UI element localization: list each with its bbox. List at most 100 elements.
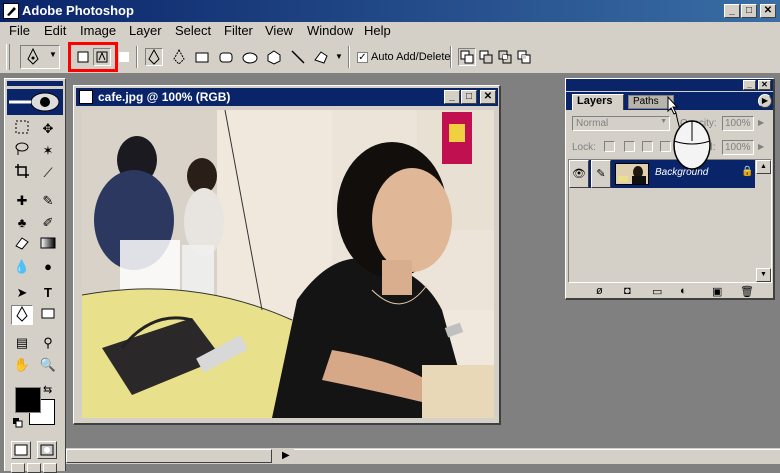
- opacity-field[interactable]: 100%: [722, 116, 754, 131]
- toolbox: ✥ ✶ ⟋ ✚ ✎ ♣ ✐ 💧 ● ➤ T ▤ ⚲ ✋ 🔍 ⇆: [4, 78, 66, 473]
- brush-tool-icon[interactable]: ✎: [37, 191, 59, 211]
- menu-file[interactable]: File: [9, 23, 30, 38]
- path-selection-icon[interactable]: ➤: [11, 283, 33, 303]
- panel-menu-button[interactable]: ▶: [758, 94, 772, 108]
- maximize-button[interactable]: □: [741, 4, 757, 18]
- adobe-eye-logo[interactable]: [7, 89, 63, 115]
- pen-icon: [27, 47, 39, 65]
- panel-close-button[interactable]: ✕: [758, 80, 771, 90]
- quick-mask-button[interactable]: [37, 441, 57, 459]
- layers-scroll-down[interactable]: ▼: [756, 268, 771, 282]
- menu-select[interactable]: Select: [175, 23, 211, 38]
- zoom-tool-icon[interactable]: 🔍: [37, 355, 59, 375]
- menu-image[interactable]: Image: [80, 23, 116, 38]
- custom-shape-option[interactable]: [312, 48, 330, 66]
- close-button[interactable]: ✕: [760, 4, 776, 18]
- document-minimize-button[interactable]: _: [444, 90, 460, 104]
- lock-position-icon[interactable]: [642, 141, 653, 152]
- menu-layer[interactable]: Layer: [129, 23, 162, 38]
- menu-window[interactable]: Window: [307, 23, 353, 38]
- screen-mode-button[interactable]: [11, 463, 25, 473]
- eraser-tool-icon[interactable]: [11, 235, 33, 255]
- chevron-down-icon[interactable]: ▼: [335, 52, 343, 61]
- add-to-path-area-button[interactable]: [458, 48, 476, 66]
- history-brush-icon[interactable]: ✐: [37, 213, 59, 233]
- type-tool-icon[interactable]: T: [37, 283, 59, 303]
- lasso-tool-icon[interactable]: [11, 141, 33, 161]
- default-colors-icon[interactable]: [13, 417, 23, 428]
- ellipse-option[interactable]: [241, 48, 259, 66]
- document-title-bar[interactable]: cafe.jpg @ 100% (RGB) _ □ ✕: [76, 88, 498, 106]
- intersect-path-area-button[interactable]: [496, 48, 514, 66]
- notes-tool-icon[interactable]: ▤: [11, 333, 33, 353]
- scroll-track[interactable]: [294, 449, 780, 463]
- pen-tool-icon[interactable]: [11, 305, 33, 325]
- divider: [450, 46, 452, 68]
- image-canvas[interactable]: [82, 110, 494, 418]
- lock-transparency-icon[interactable]: [604, 141, 615, 152]
- rectangle-tool-icon[interactable]: [37, 305, 59, 325]
- panel-minimize-button[interactable]: _: [743, 80, 756, 90]
- scroll-thumb[interactable]: [66, 449, 272, 463]
- menu-edit[interactable]: Edit: [44, 23, 66, 38]
- opacity-arrow-icon[interactable]: ▶: [758, 118, 764, 127]
- gradient-tool-icon[interactable]: [37, 235, 59, 255]
- scroll-right-arrow-icon[interactable]: ▶: [282, 450, 290, 461]
- freeform-pen-option[interactable]: [170, 48, 188, 66]
- menu-view[interactable]: View: [265, 23, 293, 38]
- swap-colors-icon[interactable]: ⇆: [43, 383, 52, 396]
- shape-layers-button[interactable]: [74, 48, 92, 66]
- slice-tool-icon[interactable]: ⟋: [37, 163, 59, 183]
- fill-pixels-button[interactable]: [116, 48, 134, 66]
- rounded-rectangle-option[interactable]: [217, 48, 235, 66]
- layer-visibility-eye-icon[interactable]: 👁: [569, 160, 589, 188]
- auto-add-delete-checkbox[interactable]: ✓: [357, 52, 368, 63]
- menu-help[interactable]: Help: [364, 23, 391, 38]
- exclude-path-area-button[interactable]: [515, 48, 533, 66]
- menu-filter[interactable]: Filter: [224, 23, 253, 38]
- line-option[interactable]: [289, 48, 307, 66]
- tab-layers[interactable]: Layers: [572, 94, 624, 110]
- rectangle-shape-option[interactable]: [193, 48, 211, 66]
- mouse-cursor-icon: [660, 95, 720, 175]
- magic-wand-icon[interactable]: ✶: [37, 141, 59, 161]
- new-layer-icon[interactable]: ▣: [712, 285, 722, 298]
- full-screen-button[interactable]: [43, 463, 57, 473]
- add-layer-style-icon[interactable]: ø: [596, 285, 603, 297]
- polygon-option[interactable]: [265, 48, 283, 66]
- document-close-button[interactable]: ✕: [480, 90, 496, 104]
- clone-stamp-icon[interactable]: ♣: [11, 213, 33, 233]
- crop-tool-icon[interactable]: [11, 163, 33, 183]
- layers-panel-header[interactable]: _ ✕: [566, 79, 773, 91]
- divider: [136, 46, 138, 68]
- healing-brush-icon[interactable]: ✚: [11, 191, 33, 211]
- blend-mode-select[interactable]: Normal ▼: [572, 116, 670, 131]
- document-maximize-button[interactable]: □: [461, 90, 477, 104]
- dodge-tool-icon[interactable]: ●: [37, 257, 59, 277]
- blur-tool-icon[interactable]: 💧: [11, 257, 33, 277]
- fill-arrow-icon[interactable]: ▶: [758, 142, 764, 151]
- delete-layer-icon[interactable]: 🗑: [740, 285, 754, 298]
- paths-mode-button[interactable]: [93, 48, 111, 66]
- eyedropper-icon[interactable]: ⚲: [37, 333, 59, 353]
- marquee-tool-icon[interactable]: [11, 119, 33, 139]
- layers-scroll-up[interactable]: ▲: [756, 160, 771, 174]
- fill-field[interactable]: 100%: [722, 140, 754, 155]
- standard-mode-button[interactable]: [11, 441, 31, 459]
- subtract-path-area-button[interactable]: [477, 48, 495, 66]
- tool-preset-picker[interactable]: ▼: [20, 45, 60, 69]
- options-grip[interactable]: [6, 44, 10, 70]
- move-tool-icon[interactable]: ✥: [37, 119, 59, 139]
- horizontal-scrollbar[interactable]: ▶: [66, 448, 780, 464]
- add-mask-icon[interactable]: ◘: [624, 285, 631, 297]
- full-screen-menu-button[interactable]: [27, 463, 41, 473]
- photoshop-app-icon: [3, 3, 19, 19]
- cafe-photo: [82, 110, 494, 418]
- new-adjustment-layer-icon[interactable]: ◐: [680, 285, 687, 297]
- minimize-button[interactable]: _: [724, 4, 740, 18]
- foreground-color-swatch[interactable]: [15, 387, 41, 413]
- pen-tool-option[interactable]: [145, 48, 163, 66]
- lock-image-icon[interactable]: [624, 141, 635, 152]
- new-set-icon[interactable]: ▭: [652, 285, 662, 298]
- hand-tool-icon[interactable]: ✋: [11, 355, 33, 375]
